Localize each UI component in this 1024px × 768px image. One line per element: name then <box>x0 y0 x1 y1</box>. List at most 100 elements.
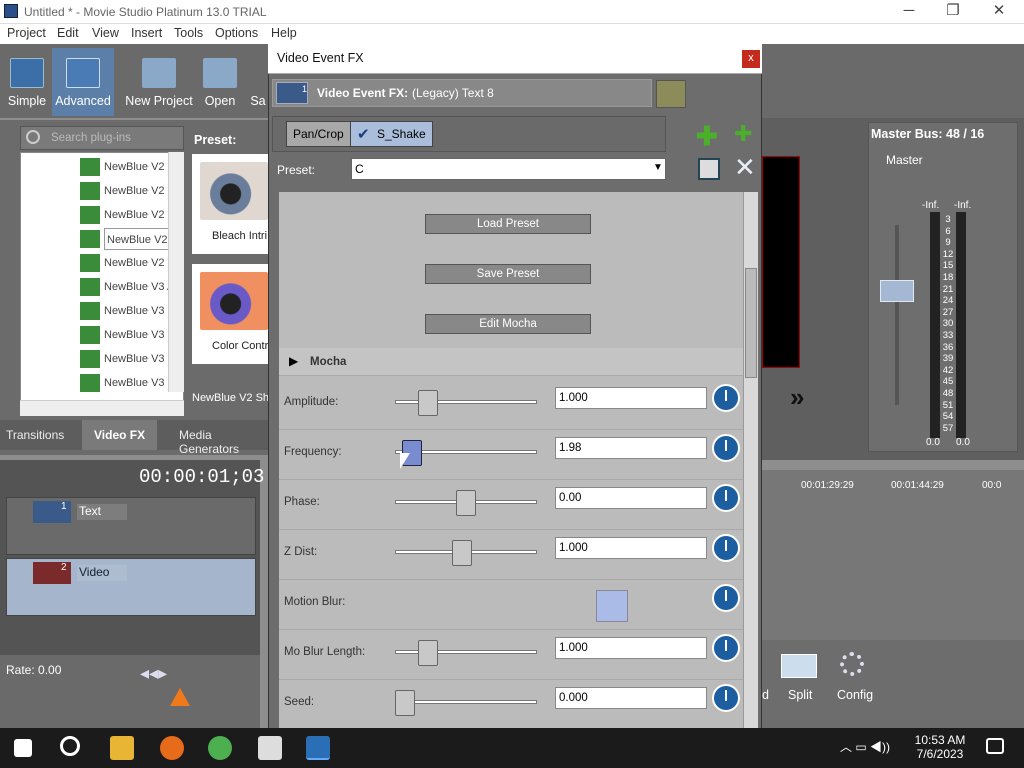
plugin-hscrollbar[interactable] <box>20 400 184 416</box>
menu-help[interactable]: Help <box>271 26 297 40</box>
chevron-down-icon[interactable]: ▼ <box>653 162 663 173</box>
advanced-button[interactable]: Advanced <box>52 48 114 116</box>
slider-knob[interactable] <box>418 640 439 666</box>
windows-start-icon[interactable] <box>14 739 32 757</box>
preset-thumb[interactable]: Color Contr <box>192 264 268 364</box>
param-slider[interactable] <box>395 390 537 416</box>
plugin-scrollbar[interactable] <box>168 152 184 392</box>
meter-tick: 36 <box>942 341 954 353</box>
menu-insert[interactable]: Insert <box>131 26 162 40</box>
7zip-icon[interactable] <box>258 736 282 760</box>
param-value[interactable]: 1.000 <box>555 387 707 409</box>
meter-tick: 33 <box>942 329 954 341</box>
keyframe-icon[interactable] <box>712 534 740 562</box>
param-slider[interactable] <box>395 640 537 666</box>
plugin-item[interactable]: NewBlue V2 V <box>104 252 175 274</box>
load-preset-button[interactable]: Load Preset <box>425 214 591 234</box>
simple-button[interactable]: Simple <box>4 48 50 116</box>
menu-options[interactable]: Options <box>215 26 258 40</box>
keyframe-icon[interactable] <box>712 684 740 712</box>
plugin-item[interactable]: NewBlue V3 E <box>104 348 175 370</box>
slider-knob[interactable] <box>395 690 415 716</box>
param-slider[interactable] <box>395 440 537 466</box>
fast-forward-icon[interactable]: » <box>790 382 804 413</box>
rate-marker-icon[interactable] <box>170 688 190 706</box>
menu-edit[interactable]: Edit <box>57 26 79 40</box>
motion-blur-checkbox[interactable] <box>596 590 628 622</box>
split-button[interactable]: Split <box>788 688 812 702</box>
save-preset-button[interactable]: Save Preset <box>425 264 591 284</box>
remove-plugin-icon[interactable]: ✚ <box>734 121 752 147</box>
plugin-item[interactable]: NewBlue V3 C <box>104 372 176 394</box>
open-label: Open <box>204 94 236 108</box>
new-project-button[interactable]: New Project <box>124 48 194 116</box>
chain-pan-crop[interactable]: Pan/Crop <box>286 121 351 147</box>
delete-preset-icon[interactable]: ✕ <box>734 152 756 183</box>
param-value[interactable]: 0.00 <box>555 487 707 509</box>
search-input[interactable]: Search plug-ins <box>20 126 184 150</box>
save-button[interactable]: Sa <box>248 48 268 116</box>
ruler-label: 00:01:44:29 <box>891 480 944 491</box>
simple-label: Simple <box>7 94 47 108</box>
param-frequency: Frequency: 1.98 <box>279 430 743 480</box>
plugin-item[interactable]: NewBlue V3 A <box>104 276 174 298</box>
add-plugin-icon[interactable]: ✚ <box>696 121 718 152</box>
chrome-icon[interactable] <box>208 736 232 760</box>
preset-select[interactable]: C <box>351 158 666 180</box>
chain-toggle-icon[interactable] <box>656 80 686 108</box>
tab-transitions[interactable]: Transitions <box>6 428 64 442</box>
plugin-item[interactable]: NewBlue V2 F <box>104 156 174 178</box>
param-value[interactable]: 1.000 <box>555 637 707 659</box>
plugin-item[interactable]: NewBlue V3 E <box>104 324 175 346</box>
scrollbar-thumb[interactable] <box>745 268 757 378</box>
menu-project[interactable]: Project <box>7 26 46 40</box>
tab-video-fx[interactable]: Video FX <box>82 420 158 450</box>
preset-thumb[interactable]: Bleach Intri <box>192 154 268 254</box>
param-slider[interactable] <box>395 490 537 516</box>
notification-icon[interactable] <box>986 738 1004 754</box>
slider-knob[interactable] <box>456 490 476 516</box>
movie-studio-icon[interactable] <box>306 736 330 760</box>
minimize-button[interactable]: ─ <box>886 0 932 24</box>
shuttle-icon[interactable]: ◂◂▸ <box>140 663 186 683</box>
save-preset-icon[interactable] <box>698 158 720 180</box>
edit-mocha-button[interactable]: Edit Mocha <box>425 314 591 334</box>
meter-left <box>930 212 940 438</box>
slider-knob[interactable] <box>418 390 439 416</box>
plugin-icon <box>80 350 100 368</box>
firefox-icon[interactable] <box>160 736 184 760</box>
track-name[interactable]: Text <box>77 504 127 520</box>
plugin-item[interactable]: NewBlue V2 F <box>104 180 174 202</box>
menu-tools[interactable]: Tools <box>174 26 203 40</box>
track-video[interactable]: 2 Video <box>6 558 256 616</box>
keyframe-icon[interactable] <box>712 384 740 412</box>
param-value[interactable]: 1.98 <box>555 437 707 459</box>
param-slider[interactable] <box>395 690 537 716</box>
keyframe-icon[interactable] <box>712 484 740 512</box>
track-text[interactable]: 1 Text <box>6 497 256 555</box>
keyframe-icon[interactable] <box>712 634 740 662</box>
tray-icons[interactable]: ︿ ▭ ◀)) <box>840 738 890 755</box>
master-fader[interactable] <box>880 280 914 302</box>
param-slider[interactable] <box>395 540 537 566</box>
search-icon[interactable] <box>60 736 80 756</box>
plugin-item[interactable]: NewBlue V3 E <box>104 300 175 322</box>
track-name[interactable]: Video <box>77 565 127 581</box>
clock[interactable]: 10:53 AM 7/6/2023 <box>912 733 968 761</box>
slider-knob[interactable] <box>452 540 473 566</box>
tab-media-generators[interactable]: Media Generators <box>179 428 268 456</box>
menu-view[interactable]: View <box>92 26 119 40</box>
plugin-icon <box>80 254 100 272</box>
config-button[interactable]: Config <box>837 688 873 702</box>
open-button[interactable]: Open <box>200 48 240 116</box>
keyframe-icon[interactable] <box>712 584 740 612</box>
close-button[interactable]: ✕ <box>976 0 1022 24</box>
file-explorer-icon[interactable] <box>110 736 134 760</box>
plugin-item[interactable]: NewBlue V2 F <box>104 204 174 226</box>
param-value[interactable]: 0.000 <box>555 687 707 709</box>
dialog-close-button[interactable]: x <box>742 50 760 68</box>
maximize-button[interactable]: ❐ <box>930 0 976 24</box>
keyframe-icon[interactable] <box>712 434 740 462</box>
param-value[interactable]: 1.000 <box>555 537 707 559</box>
mocha-section-header[interactable]: ▶ Mocha <box>279 348 743 376</box>
